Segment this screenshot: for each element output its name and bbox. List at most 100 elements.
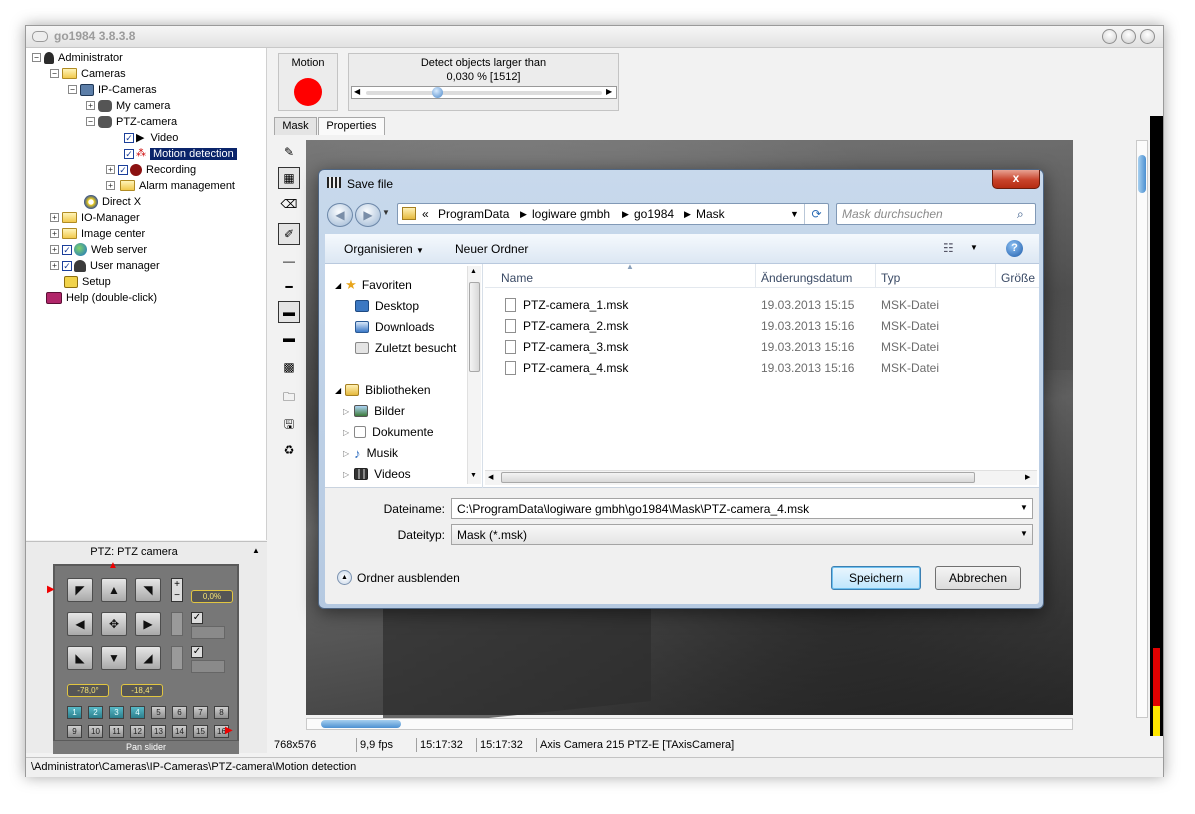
expanded-triangle-icon[interactable]: ◢ (335, 386, 341, 395)
column-date[interactable]: Änderungsdatum (761, 271, 852, 285)
nav-dokumente[interactable]: ▷ Dokumente (343, 423, 434, 441)
scroll-left-icon[interactable]: ◀ (488, 473, 493, 481)
collapse-arrow-icon[interactable]: ▲ (252, 546, 260, 555)
expand-icon[interactable]: + (86, 101, 95, 110)
preset-button-3[interactable]: 3 (109, 706, 124, 719)
expand-icon[interactable]: + (50, 261, 59, 270)
navigation-pane[interactable]: ◢ ★ Favoriten Desktop Downloads Zuletzt … (325, 264, 483, 488)
breadcrumb-go1984[interactable]: go1984 (634, 207, 674, 221)
tree-item-video[interactable]: ✓ ▶ Video (124, 130, 178, 145)
forward-button[interactable]: ▶ (355, 203, 381, 227)
collapse-icon[interactable]: − (50, 69, 59, 78)
view-dropdown-icon[interactable]: ▼ (970, 243, 978, 252)
thick-line-tool-icon[interactable]: ▬ (278, 301, 300, 323)
camera-hscrollbar[interactable] (306, 718, 1073, 730)
tree-item-motion-detection[interactable]: ✓ ⁂ Motion detection (124, 146, 237, 161)
filename-dropdown-icon[interactable]: ▼ (1020, 503, 1028, 512)
thin-line-tool-icon[interactable]: — (278, 250, 300, 272)
breadcrumb-logiware[interactable]: logiware gmbh (532, 207, 610, 221)
hscroll-thumb[interactable] (321, 720, 401, 728)
rect-fill-tool-icon[interactable]: ▦ (278, 167, 300, 189)
breadcrumb-separator-icon[interactable]: ▶ (622, 209, 629, 220)
search-icon[interactable]: ⌕ (1017, 207, 1024, 222)
breadcrumb-prefix[interactable]: « (422, 207, 429, 221)
navigation-tree[interactable]: − Administrator − Cameras − IP-Cameras +… (26, 48, 267, 540)
back-button[interactable]: ◀ (327, 203, 353, 227)
organize-menu[interactable]: Organisieren ▼ (344, 242, 424, 256)
column-type[interactable]: Typ (881, 271, 900, 285)
ptz-up-right-button[interactable]: ◥ (135, 578, 161, 602)
tree-item-user-manager[interactable]: + ✓ User manager (50, 258, 160, 273)
recycle-bin-icon[interactable]: ♻ (278, 439, 300, 461)
history-dropdown-icon[interactable]: ▼ (382, 208, 390, 217)
iris-field[interactable] (191, 660, 225, 673)
file-scroll-thumb[interactable] (501, 472, 975, 483)
eraser-tool-icon[interactable]: ⌫ (278, 193, 300, 215)
slider-left-arrow-icon[interactable]: ◀ (354, 87, 360, 96)
save-disk-icon[interactable]: 🖫 (278, 413, 300, 435)
collapsed-triangle-icon[interactable]: ▷ (343, 470, 349, 479)
collapsed-triangle-icon[interactable]: ▷ (343, 449, 349, 458)
nav-bilder[interactable]: ▷ Bilder (343, 402, 405, 420)
breadcrumb-separator-icon[interactable]: ▶ (684, 209, 691, 220)
tree-item-administrator[interactable]: − Administrator (32, 50, 123, 65)
tree-item-io-manager[interactable]: + IO-Manager (50, 210, 140, 225)
tab-properties[interactable]: Properties (318, 117, 385, 135)
preset-button-6[interactable]: 6 (172, 706, 187, 719)
ptz-down-button[interactable]: ▼ (101, 646, 127, 670)
open-folder-icon[interactable]: 🗀 (278, 386, 300, 408)
threshold-slider[interactable]: ◀ ▶ (351, 86, 617, 99)
checkbox-checked-icon[interactable]: ✓ (62, 244, 72, 255)
collapsed-triangle-icon[interactable]: ▷ (343, 428, 349, 437)
cancel-button[interactable]: Abbrechen (935, 566, 1021, 590)
column-separator[interactable] (755, 264, 756, 288)
column-separator[interactable] (875, 264, 876, 288)
save-button[interactable]: Speichern (831, 566, 921, 590)
checkbox-checked-icon[interactable]: ✓ (124, 148, 134, 159)
zoom-plus-minus-button[interactable]: + − (171, 578, 183, 602)
tree-item-ptz-camera[interactable]: − PTZ-camera (86, 114, 177, 129)
tree-item-help[interactable]: Help (double-click) (46, 290, 157, 305)
expand-icon[interactable]: + (106, 181, 115, 190)
filetype-select[interactable]: Mask (*.msk) ▼ (451, 524, 1033, 545)
ptz-up-button[interactable]: ▲ (101, 578, 127, 602)
ptz-control-pad[interactable]: ▶ ▲ ◤ ▲ ◥ ◀ ✥ ▶ ◣ ▼ ◢ + − 0,0% ✓ ✓ -78,0°… (47, 560, 239, 742)
column-name[interactable]: Name (501, 271, 533, 285)
breadcrumb-programdata[interactable]: ProgramData (438, 207, 509, 221)
tab-mask[interactable]: Mask (274, 117, 317, 135)
nav-musik[interactable]: ▷ ♪ Musik (343, 444, 398, 462)
tree-item-ip-cameras[interactable]: − IP-Cameras (68, 82, 157, 97)
ptz-left-button[interactable]: ◀ (67, 612, 93, 636)
expand-icon[interactable]: + (50, 245, 59, 254)
vscroll-thumb[interactable] (1138, 155, 1146, 193)
tree-item-recording[interactable]: + ✓ Recording (106, 162, 196, 177)
pan-slider[interactable]: Pan slider (53, 741, 239, 754)
hide-folders-toggle[interactable]: ▲ Ordner ausblenden (337, 570, 460, 585)
nav-scroll-thumb[interactable] (469, 282, 480, 372)
checkbox-checked-icon[interactable]: ✓ (62, 260, 72, 271)
file-row[interactable]: PTZ-camera_3.msk 19.03.2013 15:16 MSK-Date… (505, 338, 1025, 358)
preset-button-8[interactable]: 8 (214, 706, 229, 719)
preset-button-11[interactable]: 11 (109, 725, 124, 738)
maximize-button[interactable] (1121, 29, 1136, 44)
iris-plus-minus-button[interactable] (171, 646, 183, 670)
preset-button-12[interactable]: 12 (130, 725, 145, 738)
tree-item-web-server[interactable]: + ✓ Web server (50, 242, 147, 257)
checkbox-checked-icon[interactable]: ✓ (124, 132, 134, 143)
preset-button-10[interactable]: 10 (88, 725, 103, 738)
help-button[interactable]: ? (1006, 240, 1023, 257)
nav-favorites[interactable]: ◢ ★ Favoriten (335, 276, 412, 294)
file-row[interactable]: PTZ-camera_4.msk 19.03.2013 15:16 MSK-Date… (505, 359, 1025, 379)
preset-button-15[interactable]: 15 (193, 725, 208, 738)
breadcrumb-separator-icon[interactable]: ▶ (520, 209, 527, 220)
medium-line-tool-icon[interactable]: ━ (278, 276, 300, 298)
tree-item-alarm-management[interactable]: + Alarm management (106, 178, 235, 193)
refresh-icon[interactable]: ⟳ (804, 204, 828, 224)
preset-button-7[interactable]: 7 (193, 706, 208, 719)
collapse-icon[interactable]: − (32, 53, 41, 62)
file-row[interactable]: PTZ-camera_2.msk 19.03.2013 15:16 MSK-Date… (505, 317, 1025, 337)
focus-auto-checkbox[interactable]: ✓ (191, 612, 203, 624)
preset-button-5[interactable]: 5 (151, 706, 166, 719)
pencil-tool-icon[interactable]: ✎ (278, 141, 300, 163)
search-input[interactable]: Mask durchsuchen (836, 203, 1036, 225)
